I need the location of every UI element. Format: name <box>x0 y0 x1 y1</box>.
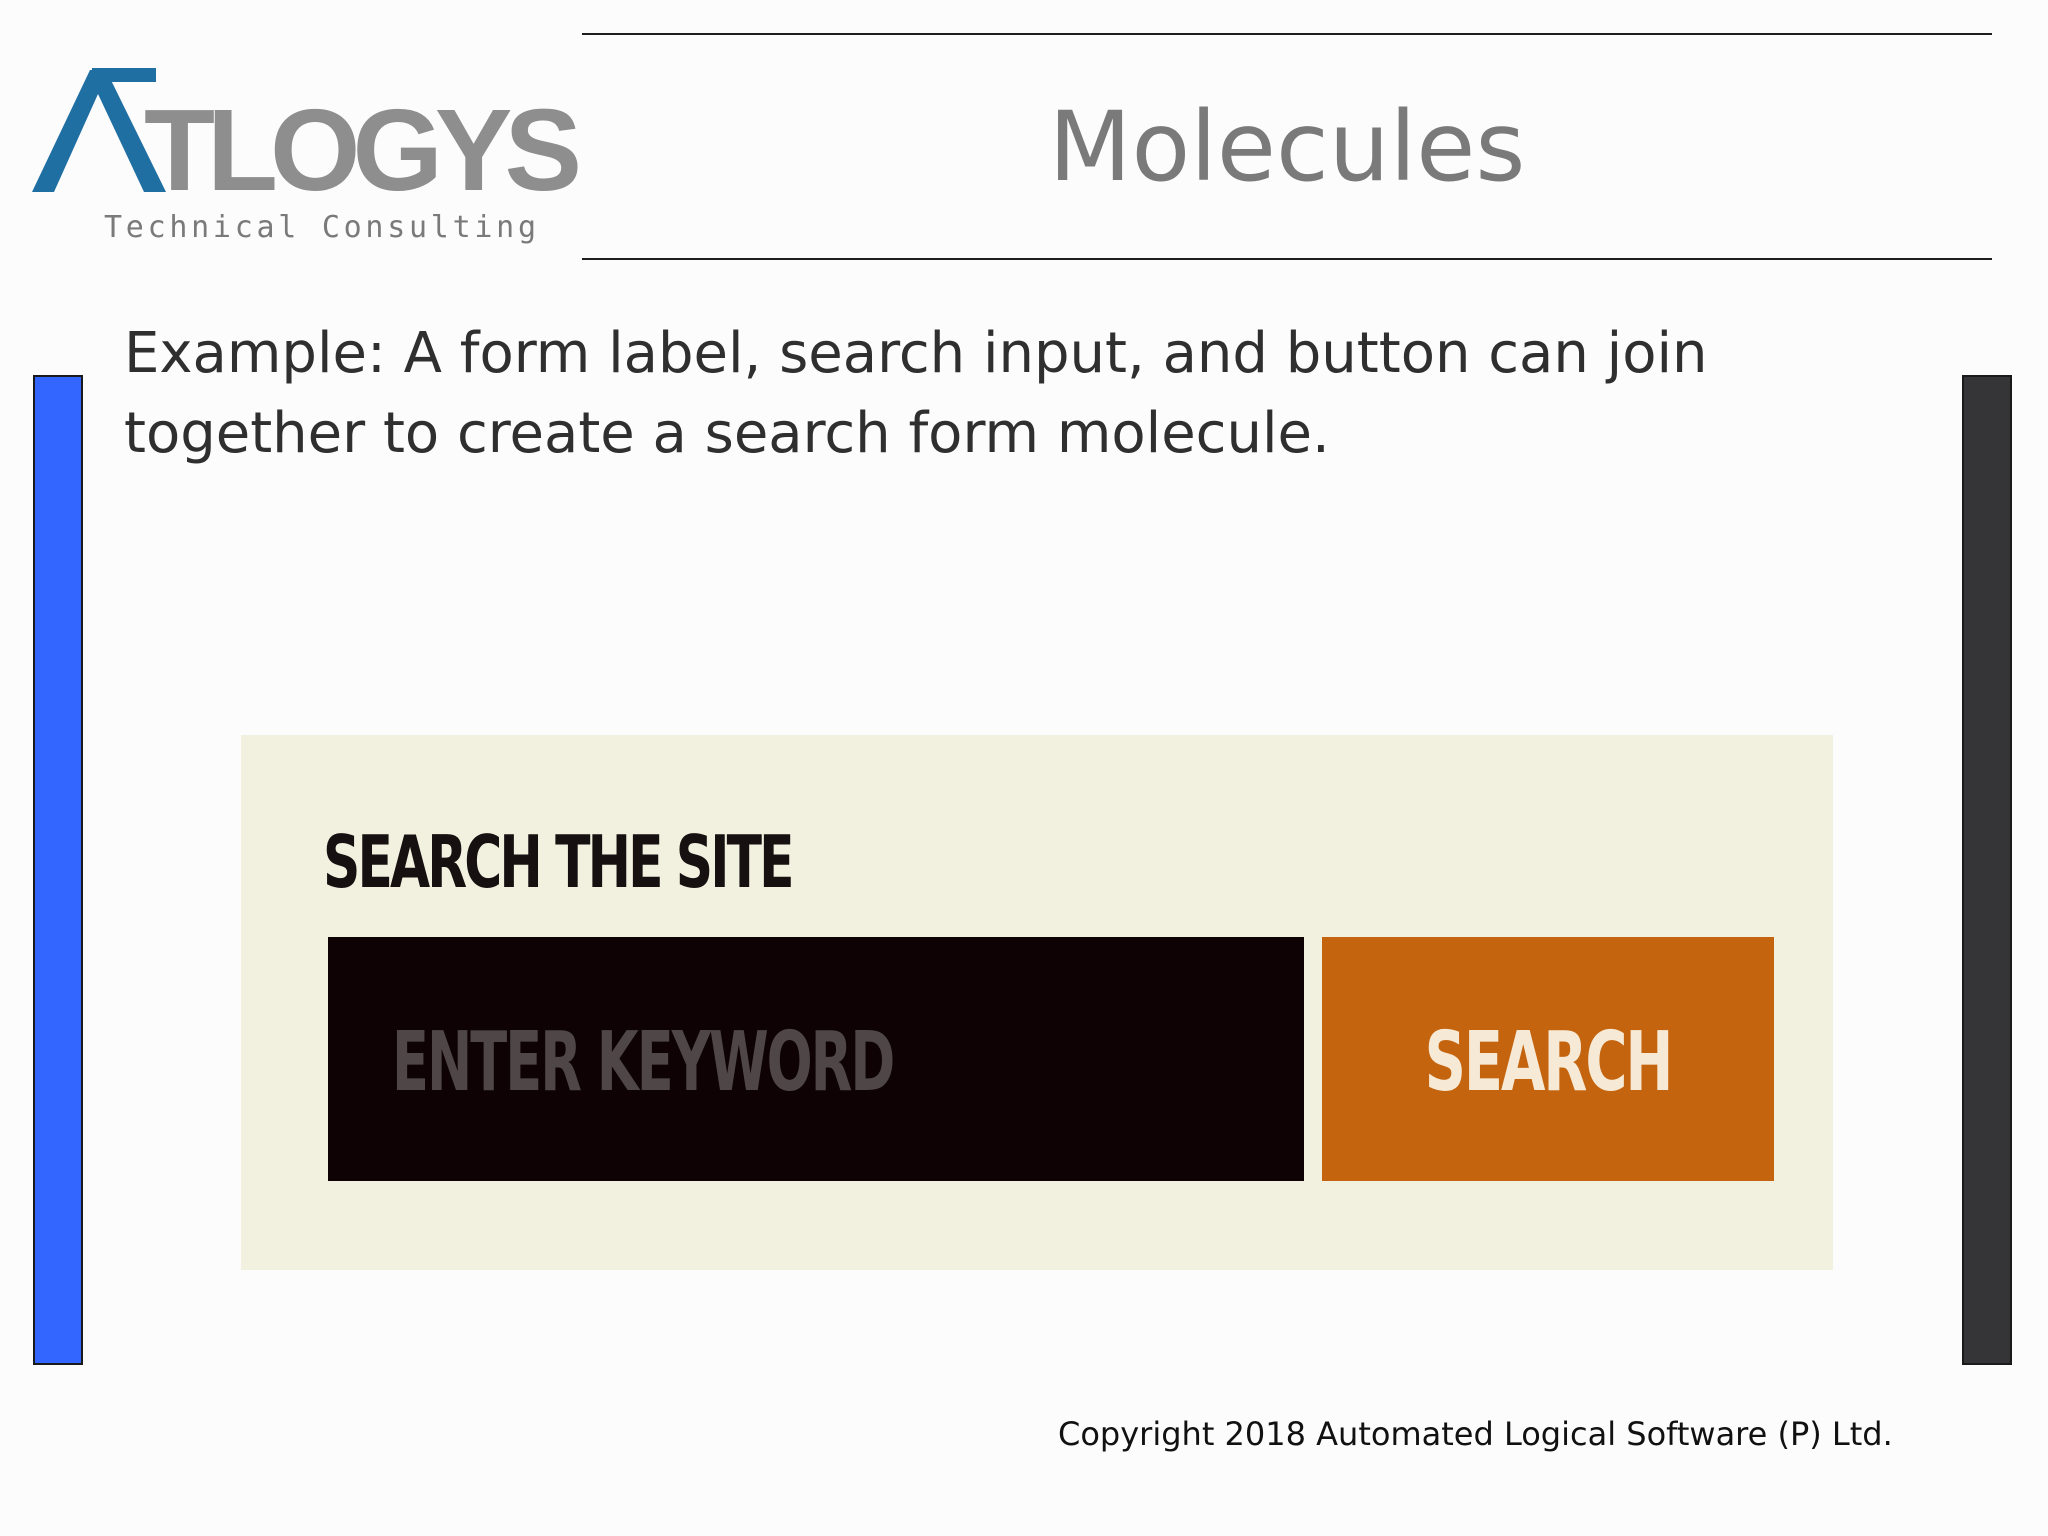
title-rule-top <box>582 33 1992 35</box>
copyright-text: Copyright 2018 Automated Logical Softwar… <box>1058 1415 1893 1453</box>
search-input-placeholder: ENTER KEYWORD <box>392 1015 895 1110</box>
search-input[interactable]: ENTER KEYWORD <box>328 937 1304 1181</box>
search-form-label: SEARCH THE SITE <box>323 820 795 904</box>
slide-body-text: Example: A form label, search input, and… <box>124 321 1708 466</box>
left-accent-bar <box>33 375 83 1365</box>
logo-a-bar <box>92 68 156 82</box>
slide-title: Molecules <box>1048 91 1526 203</box>
right-accent-bar <box>1962 375 2012 1365</box>
search-button-label: SEARCH <box>1424 1015 1674 1110</box>
logo-tagline: Technical Consulting <box>104 210 536 245</box>
logo-graphic: TLOGYS Technical Consulting <box>32 68 586 245</box>
logo-wordmark: TLOGYS <box>144 85 578 215</box>
atlogys-logo: TLOGYS Technical Consulting <box>32 62 592 252</box>
search-form-example: SEARCH THE SITE ENTER KEYWORD SEARCH <box>241 735 1833 1270</box>
title-rule-bottom <box>582 258 1992 260</box>
slide: TLOGYS Technical Consulting Molecules Ex… <box>0 0 2048 1536</box>
search-button[interactable]: SEARCH <box>1322 937 1774 1181</box>
